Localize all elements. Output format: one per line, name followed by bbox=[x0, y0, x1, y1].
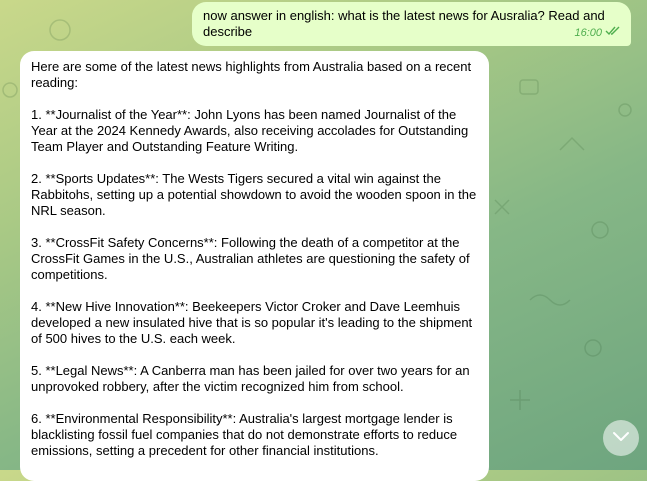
double-check-icon bbox=[605, 25, 621, 41]
news-paragraph-2: 2. **Sports Updates**: The Wests Tigers … bbox=[31, 171, 477, 218]
outgoing-message-text: now answer in english: what is the lates… bbox=[203, 8, 605, 39]
news-paragraph-5: 5. **Legal News**: A Canberra man has be… bbox=[31, 363, 470, 394]
news-paragraph-6: 6. **Environmental Responsibility**: Aus… bbox=[31, 411, 458, 458]
outgoing-message[interactable]: now answer in english: what is the lates… bbox=[192, 2, 631, 46]
news-paragraph-1: 1. **Journalist of the Year**: John Lyon… bbox=[31, 107, 469, 154]
message-meta: 16:00 bbox=[574, 25, 621, 41]
news-paragraph-intro: Here are some of the latest news highlig… bbox=[31, 59, 472, 90]
news-paragraph-3: 3. **CrossFit Safety Concerns**: Followi… bbox=[31, 235, 470, 282]
chevron-down-icon bbox=[612, 429, 630, 447]
incoming-message[interactable]: Here are some of the latest news highlig… bbox=[20, 51, 489, 481]
scroll-down-button[interactable] bbox=[603, 420, 639, 456]
message-time: 16:00 bbox=[574, 27, 602, 39]
news-paragraph-4: 4. **New Hive Innovation**: Beekeepers V… bbox=[31, 299, 473, 346]
